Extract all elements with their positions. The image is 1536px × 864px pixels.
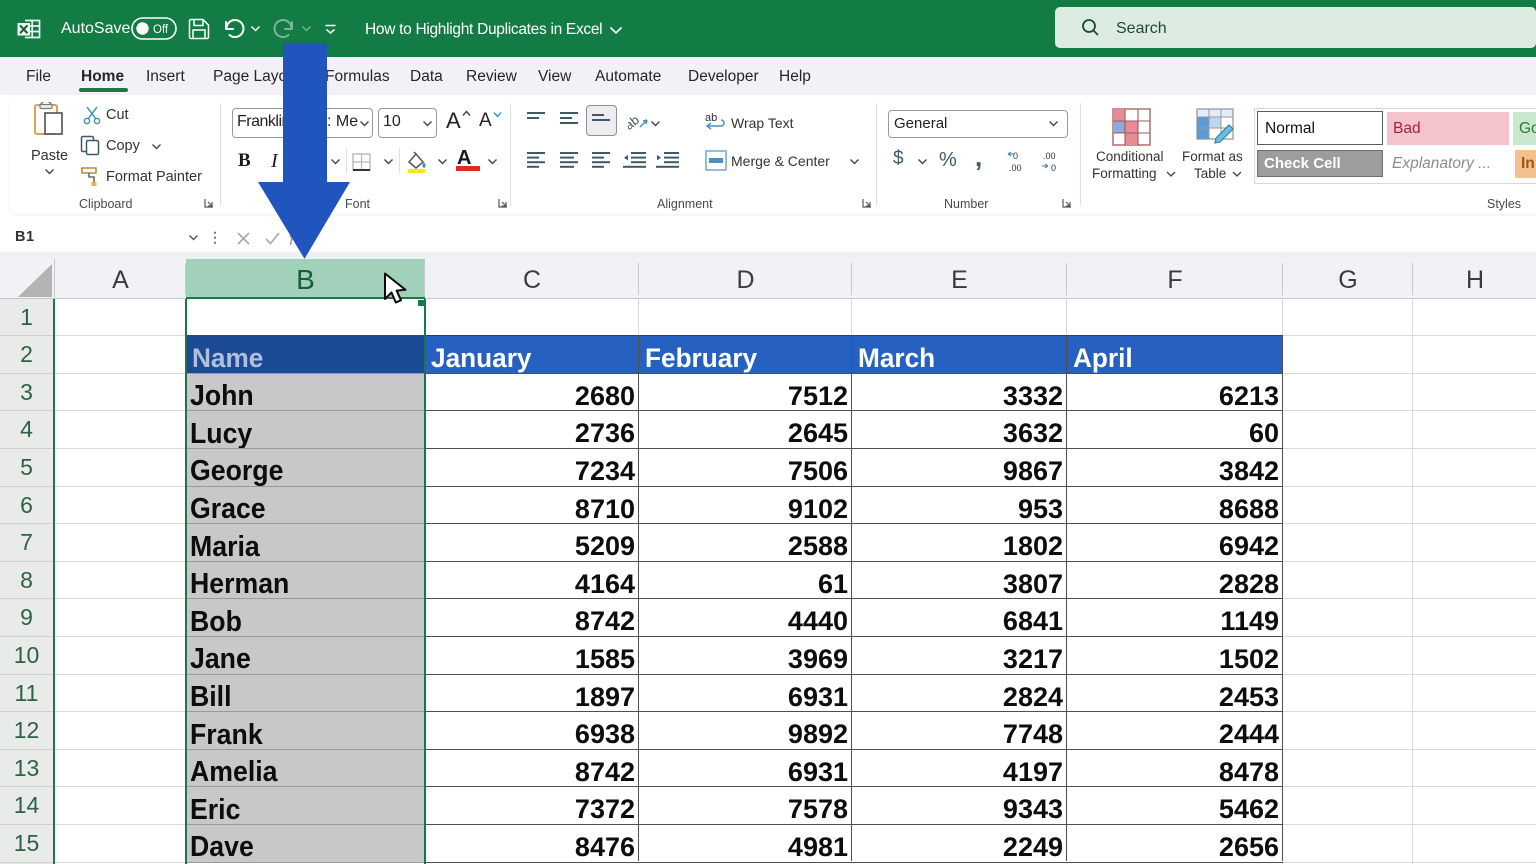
svg-text:.00: .00 <box>1009 163 1022 173</box>
svg-text:ab: ab <box>628 114 642 132</box>
svg-text:ab: ab <box>705 112 717 124</box>
svg-text:0: 0 <box>1013 151 1018 161</box>
svg-text:0: 0 <box>1051 163 1056 173</box>
svg-text:Off: Off <box>153 24 169 36</box>
svg-text:.00: .00 <box>1043 151 1056 161</box>
